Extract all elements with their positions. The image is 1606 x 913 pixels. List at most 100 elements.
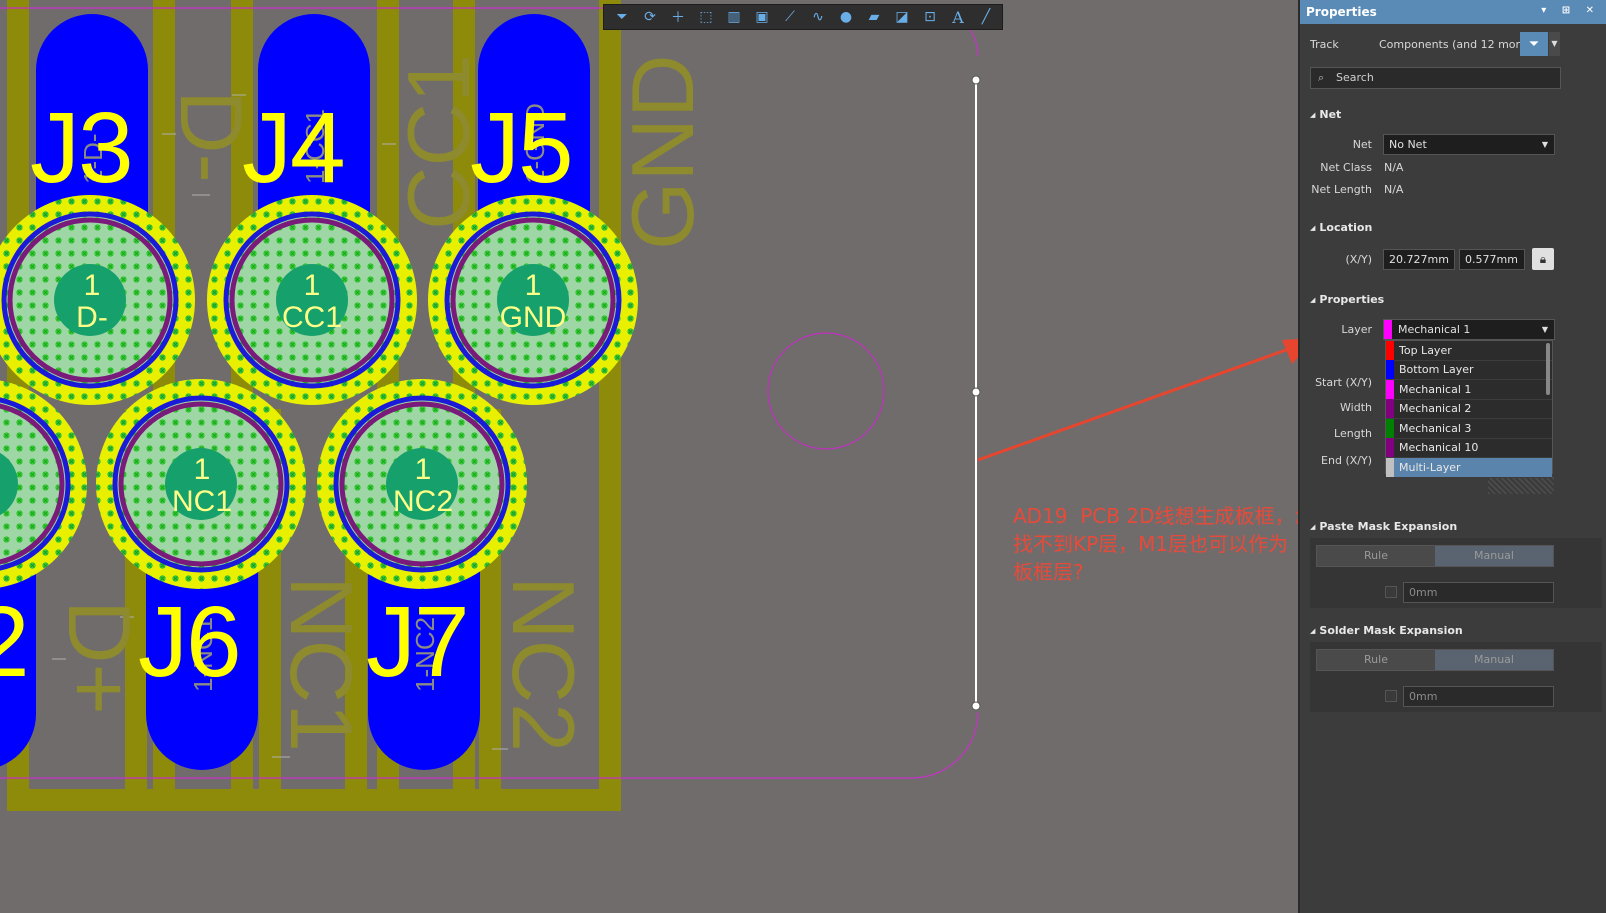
route-icon[interactable]: ⟳ bbox=[638, 6, 662, 28]
net-class-value: N/A bbox=[1384, 161, 1404, 174]
solder-mask-manual-option[interactable]: Manual bbox=[1435, 650, 1553, 670]
track-start-handle[interactable] bbox=[971, 75, 981, 85]
layer-option-label: Mechanical 1 bbox=[1399, 382, 1472, 396]
section-solder-mask[interactable]: Solder Mask Expansion bbox=[1310, 624, 1462, 637]
interactive-route-icon[interactable]: ⟋ bbox=[778, 6, 802, 28]
panel-title: Properties bbox=[1306, 5, 1377, 19]
section-properties[interactable]: Properties bbox=[1310, 293, 1384, 306]
layer-option[interactable]: Mechanical 10 bbox=[1386, 438, 1552, 458]
object-type: Track bbox=[1310, 38, 1339, 51]
section-location[interactable]: Location bbox=[1310, 221, 1372, 234]
filter-scope: Components (and 12 more) bbox=[1379, 38, 1531, 51]
pad-partial[interactable] bbox=[0, 379, 87, 589]
solder-mask-mode-toggle[interactable]: Rule Manual bbox=[1316, 649, 1554, 671]
layer-option[interactable]: Mechanical 2 bbox=[1386, 399, 1552, 419]
panel-window-controls[interactable]: ▾ ⊞ ✕ bbox=[1541, 5, 1600, 16]
paste-mask-rule-option[interactable]: Rule bbox=[1317, 546, 1435, 566]
search-icon: ⌕ bbox=[1318, 71, 1325, 84]
polygon-icon[interactable]: ▰ bbox=[862, 6, 886, 28]
select-rect-icon[interactable]: ⬚ bbox=[694, 6, 718, 28]
lock-icon[interactable]: 🔒︎ bbox=[1532, 248, 1554, 270]
layer-color-swatch bbox=[1386, 418, 1394, 438]
diff-pair-icon[interactable]: ∿ bbox=[806, 6, 830, 28]
solder-mask-value-input[interactable]: 0mm bbox=[1403, 686, 1554, 707]
layer-option-label: Mechanical 3 bbox=[1399, 421, 1472, 435]
annotation-line: 找不到KP层，M1层也可以作为 bbox=[1013, 532, 1289, 556]
pad-nc1[interactable] bbox=[96, 379, 306, 589]
length-label: Length bbox=[1334, 427, 1372, 440]
mounting-hole-outline bbox=[767, 332, 885, 450]
layer-label: Layer bbox=[1341, 323, 1372, 336]
layer-option[interactable]: Multi-Layer bbox=[1386, 457, 1552, 478]
via-icon[interactable]: ● bbox=[834, 6, 858, 28]
annotation-arrow-line bbox=[977, 344, 1298, 462]
chevron-down-icon[interactable]: ▼ bbox=[1549, 32, 1560, 56]
layer-option-label: Multi-Layer bbox=[1399, 460, 1461, 474]
pcb-drawing[interactable] bbox=[0, 0, 1298, 913]
search-placeholder: Search bbox=[1336, 71, 1374, 84]
layer-option-label: Mechanical 2 bbox=[1399, 402, 1472, 416]
through-hole-pads[interactable] bbox=[0, 195, 638, 589]
layer-color-swatch bbox=[1386, 438, 1394, 458]
pcb-canvas[interactable]: D- CC1 GND D+ NC1 NC2 1-D- 1-CC1 1-GND 1… bbox=[0, 0, 1298, 913]
net-value: No Net bbox=[1389, 138, 1427, 151]
pad-nc2[interactable] bbox=[317, 379, 527, 589]
layer-value: Mechanical 1 bbox=[1398, 323, 1471, 336]
width-label: Width bbox=[1340, 401, 1372, 414]
layer-dropdown-list[interactable]: Top Layer Bottom Layer Mechanical 1 Mechani… bbox=[1385, 340, 1553, 478]
layer-dropdown[interactable]: Mechanical 1 ▼ bbox=[1383, 319, 1555, 340]
section-paste-mask[interactable]: Paste Mask Expansion bbox=[1310, 520, 1457, 533]
paste-mask-mode-toggle[interactable]: Rule Manual bbox=[1316, 545, 1554, 567]
layer-color-swatch bbox=[1386, 340, 1394, 360]
active-bar-toolbar: ⏷ ⟳ ＋ ⬚ ▥ ▣ ⟋ ∿ ● ▰ ◪ ⊡ A ╱ bbox=[603, 4, 1003, 30]
search-input[interactable]: ⌕ Search bbox=[1310, 67, 1561, 89]
align-icon[interactable]: ▥ bbox=[722, 6, 746, 28]
filter-icon[interactable]: ⏷ bbox=[1520, 32, 1548, 56]
net-length-value: N/A bbox=[1384, 183, 1404, 196]
layer-color-swatch bbox=[1386, 379, 1394, 399]
dimension-icon[interactable]: ⊡ bbox=[918, 6, 942, 28]
annotation-line: 板框层? bbox=[1013, 560, 1084, 584]
net-class-label: Net Class bbox=[1320, 161, 1372, 174]
layer-option[interactable]: Top Layer bbox=[1386, 340, 1552, 361]
location-x-input[interactable]: 20.727mm bbox=[1383, 249, 1455, 270]
net-dropdown[interactable]: No Net ▼ bbox=[1383, 134, 1555, 155]
layer-color-swatch bbox=[1386, 360, 1394, 380]
chevron-down-icon: ▼ bbox=[1541, 140, 1548, 149]
net-length-label: Net Length bbox=[1311, 183, 1372, 196]
paste-mask-value-input[interactable]: 0mm bbox=[1403, 582, 1554, 603]
region-icon[interactable]: ◪ bbox=[890, 6, 914, 28]
section-net[interactable]: Net bbox=[1310, 108, 1341, 121]
track-end-handle[interactable] bbox=[971, 701, 981, 711]
pad-gnd[interactable] bbox=[428, 195, 638, 405]
layer-color-swatch bbox=[1386, 457, 1394, 477]
start-xy-label: Start (X/Y) bbox=[1315, 376, 1372, 389]
component-icon[interactable]: ▣ bbox=[750, 6, 774, 28]
layer-option[interactable]: Mechanical 3 bbox=[1386, 418, 1552, 439]
solder-mask-checkbox[interactable] bbox=[1385, 690, 1397, 702]
paste-mask-checkbox[interactable] bbox=[1385, 586, 1397, 598]
solder-mask-rule-option[interactable]: Rule bbox=[1317, 650, 1435, 670]
crosshair-icon[interactable]: ＋ bbox=[666, 6, 690, 28]
pad-cc1[interactable] bbox=[207, 195, 417, 405]
layer-color-swatch bbox=[1384, 320, 1392, 339]
panel-title-bar: Properties ▾ ⊞ ✕ bbox=[1300, 0, 1606, 24]
dropdown-scrollbar[interactable] bbox=[1546, 343, 1550, 395]
filter-icon[interactable]: ⏷ bbox=[610, 6, 634, 28]
layer-option-label: Bottom Layer bbox=[1399, 363, 1474, 377]
line-icon[interactable]: ╱ bbox=[974, 6, 998, 28]
text-icon[interactable]: A bbox=[946, 6, 970, 28]
layer-option-label: Top Layer bbox=[1399, 343, 1452, 357]
location-xy-label: (X/Y) bbox=[1345, 253, 1372, 266]
paste-mask-manual-option[interactable]: Manual bbox=[1435, 546, 1553, 566]
layer-option-label: Mechanical 10 bbox=[1399, 441, 1479, 455]
track-mid-handle[interactable] bbox=[971, 387, 981, 397]
question-annotation: AD19 PCB 2D线想生成板框，怎么操作? 找不到KP层，M1层也可以作为 … bbox=[1013, 502, 1298, 586]
layer-option[interactable]: Mechanical 1 bbox=[1386, 379, 1552, 400]
location-y-input[interactable]: 0.577mm bbox=[1459, 249, 1525, 270]
layer-option[interactable]: Bottom Layer bbox=[1386, 360, 1552, 380]
annotation-line: AD19 PCB 2D线想生成板框，怎么操作? bbox=[1013, 504, 1298, 528]
hatched-field bbox=[1488, 476, 1554, 494]
chevron-down-icon: ▼ bbox=[1541, 325, 1548, 334]
net-label: Net bbox=[1352, 138, 1372, 151]
